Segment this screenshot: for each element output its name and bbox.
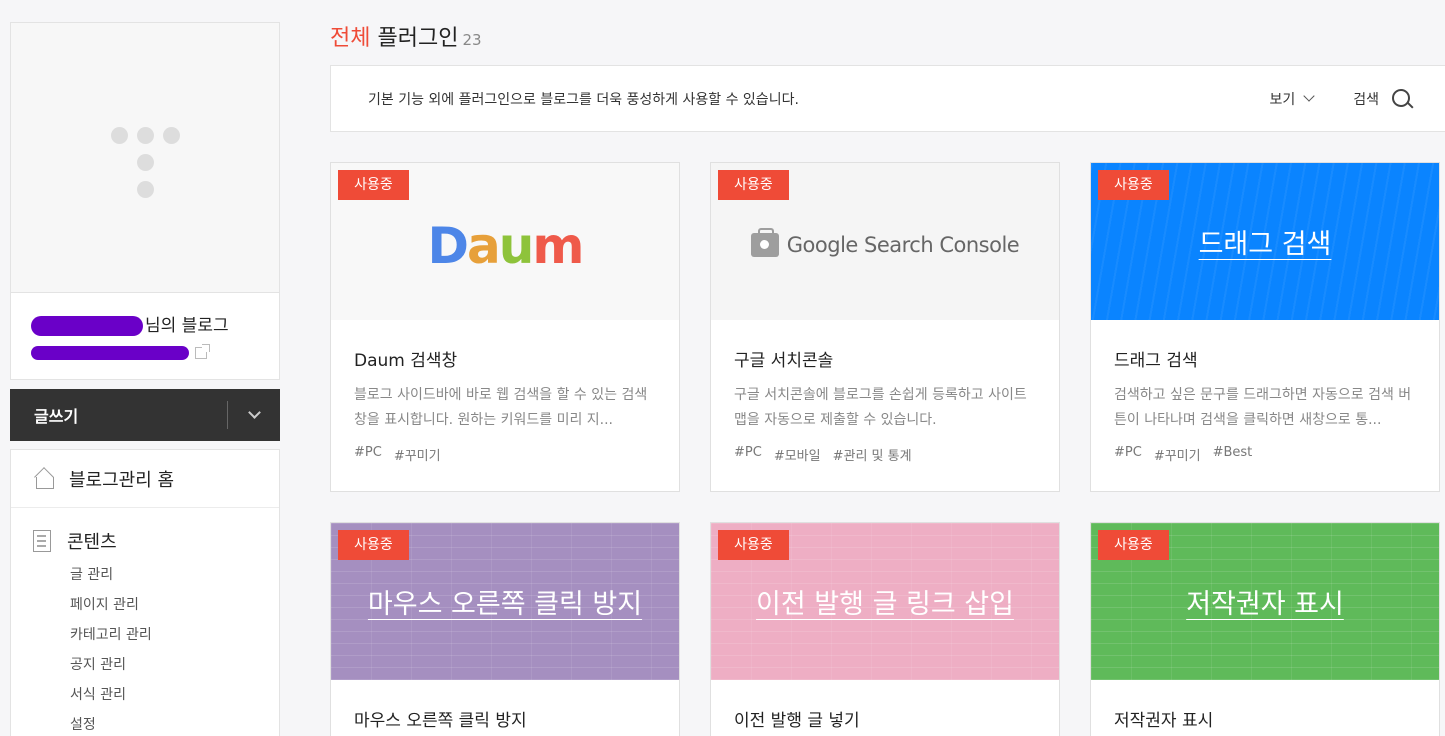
submenu-item-templates[interactable]: 서식 관리 — [70, 684, 279, 714]
menu-item-blog-home[interactable]: 블로그관리 홈 — [11, 450, 279, 508]
plugin-count: 23 — [462, 31, 482, 49]
tag: #관리 및 통계 — [832, 449, 912, 464]
plugin-card-drag-search[interactable]: 사용중 드래그 검색 드래그 검색 검색하고 싶은 문구를 드래그하면 자동으로… — [1090, 162, 1440, 492]
thumbnail-title: 드래그 검색 — [1198, 229, 1332, 260]
plugin-card-right-click-block[interactable]: 사용중 마우스 오른쪽 클릭 방지 마우스 오른쪽 클릭 방지 — [330, 522, 680, 736]
page-title-accent: 전체 — [330, 26, 371, 51]
external-link-icon[interactable] — [195, 344, 210, 359]
plugin-tags: #PC #꾸미기 #Best — [1114, 445, 1416, 464]
thumbnail-title: 이전 발행 글 링크 삽입 — [756, 589, 1014, 620]
plugin-card-previous-posts[interactable]: 사용중 이전 발행 글 링크 삽입 이전 발행 글 넣기 — [710, 522, 1060, 736]
write-post-button[interactable]: 글쓰기 — [10, 389, 280, 441]
menu-item-label: 블로그관리 홈 — [69, 469, 175, 491]
blog-title[interactable]: 님의 블로그 — [31, 311, 259, 336]
google-search-console-logo: Google Search Console — [750, 227, 1020, 257]
plugin-card-daum[interactable]: 사용중 Daum Daum 검색창 블로그 사이드바에 바로 웹 검색을 할 수… — [330, 162, 680, 492]
plugin-description: 기본 기능 외에 플러그인으로 블로그를 더욱 풍성하게 사용할 수 있습니다. — [368, 91, 799, 108]
in-use-badge: 사용중 — [1098, 170, 1169, 200]
tag: #PC — [734, 445, 762, 460]
in-use-badge: 사용중 — [338, 530, 409, 560]
thumbnail-title: 마우스 오른쪽 클릭 방지 — [367, 589, 643, 620]
toolbox-icon — [750, 227, 779, 257]
in-use-badge: 사용중 — [718, 530, 789, 560]
document-icon — [33, 530, 51, 552]
plugin-name: 이전 발행 글 넣기 — [734, 711, 860, 731]
plugin-name: 저작권자 표시 — [1114, 711, 1214, 731]
logo-text: Google Search Console — [786, 232, 1020, 257]
write-post-label[interactable]: 글쓰기 — [10, 403, 227, 427]
search-label: 검색 — [1353, 91, 1379, 108]
search-button[interactable]: 검색 — [1353, 88, 1413, 110]
plugin-name: Daum 검색창 — [354, 351, 458, 371]
daum-logo: Daum — [427, 216, 585, 275]
in-use-badge: 사용중 — [1098, 530, 1169, 560]
content-submenu: 글 관리 페이지 관리 카테고리 관리 공지 관리 서식 관리 설정 — [33, 564, 279, 736]
page-title-main: 플러그인 — [377, 26, 459, 51]
chevron-down-icon — [1303, 90, 1315, 102]
plugin-thumbnail: 사용중 Google Search Console — [711, 163, 1059, 320]
plugin-desc: 구글 서치콘솔에 블로그를 손쉽게 등록하고 사이트맵을 자동으로 제출할 수 … — [734, 387, 1027, 428]
plugin-card-copyright[interactable]: 사용중 저작권자 표시 저작권자 표시 — [1090, 522, 1440, 736]
submenu-item-notices[interactable]: 공지 관리 — [70, 654, 279, 684]
page-title: 전체 플러그인 23 — [330, 20, 482, 52]
thumbnail-title: 저작권자 표시 — [1186, 589, 1344, 620]
tag: #꾸미기 — [1153, 449, 1201, 464]
plugin-card-google-search-console[interactable]: 사용중 Google Search Console 구글 서치콘솔 구글 서치콘… — [710, 162, 1060, 492]
plugin-desc: 검색하고 싶은 문구를 드래그하면 자동으로 검색 버튼이 나타나며 검색을 클… — [1114, 387, 1412, 428]
in-use-badge: 사용중 — [718, 170, 789, 200]
plugin-thumbnail: 사용중 저작권자 표시 — [1091, 523, 1439, 680]
submenu-item-posts[interactable]: 글 관리 — [70, 564, 279, 594]
menu-section-label: 콘텐츠 — [67, 532, 117, 553]
redacted-username — [31, 316, 143, 336]
tag: #PC — [354, 445, 382, 460]
tag: #꾸미기 — [393, 449, 441, 464]
plugin-name: 드래그 검색 — [1114, 351, 1198, 371]
search-icon — [1391, 88, 1413, 110]
plugin-info-bar: 기본 기능 외에 플러그인으로 블로그를 더욱 풍성하게 사용할 수 있습니다.… — [330, 65, 1445, 132]
plugin-desc: 블로그 사이드바에 바로 웹 검색을 할 수 있는 검색창을 표시합니다. 원하… — [354, 387, 648, 428]
blog-title-suffix: 님의 블로그 — [145, 316, 229, 336]
plugin-thumbnail: 사용중 마우스 오른쪽 클릭 방지 — [331, 523, 679, 680]
plugin-thumbnail: 사용중 이전 발행 글 링크 삽입 — [711, 523, 1059, 680]
blog-url-link[interactable] — [31, 344, 259, 360]
home-icon — [33, 469, 55, 489]
write-options-dropdown[interactable] — [228, 389, 280, 441]
plugin-name: 마우스 오른쪽 클릭 방지 — [354, 711, 527, 731]
menu-section-content[interactable]: 콘텐츠 — [33, 528, 279, 554]
plugin-name: 구글 서치콘솔 — [734, 351, 834, 371]
plugin-tags: #PC #꾸미기 — [354, 445, 656, 464]
tistory-logo-icon — [111, 127, 181, 199]
in-use-badge: 사용중 — [338, 170, 409, 200]
tag: #Best — [1212, 445, 1253, 460]
redacted-url — [31, 346, 189, 360]
plugin-thumbnail: 사용중 드래그 검색 — [1091, 163, 1439, 320]
plugin-tags: #PC #모바일 #관리 및 통계 — [734, 445, 1036, 464]
submenu-item-categories[interactable]: 카테고리 관리 — [70, 624, 279, 654]
blog-profile-image[interactable] — [11, 23, 279, 293]
submenu-item-pages[interactable]: 페이지 관리 — [70, 594, 279, 624]
plugin-thumbnail: 사용중 Daum — [331, 163, 679, 320]
admin-menu: 블로그관리 홈 콘텐츠 글 관리 페이지 관리 카테고리 관리 공지 관리 서식… — [10, 449, 280, 736]
submenu-item-settings[interactable]: 설정 — [70, 714, 279, 736]
view-filter-button[interactable]: 보기 — [1269, 89, 1315, 109]
blog-profile-card: 님의 블로그 — [10, 22, 280, 380]
view-filter-label: 보기 — [1269, 91, 1296, 108]
tag: #모바일 — [773, 449, 821, 464]
chevron-down-icon — [247, 406, 261, 419]
tag: #PC — [1114, 445, 1142, 460]
